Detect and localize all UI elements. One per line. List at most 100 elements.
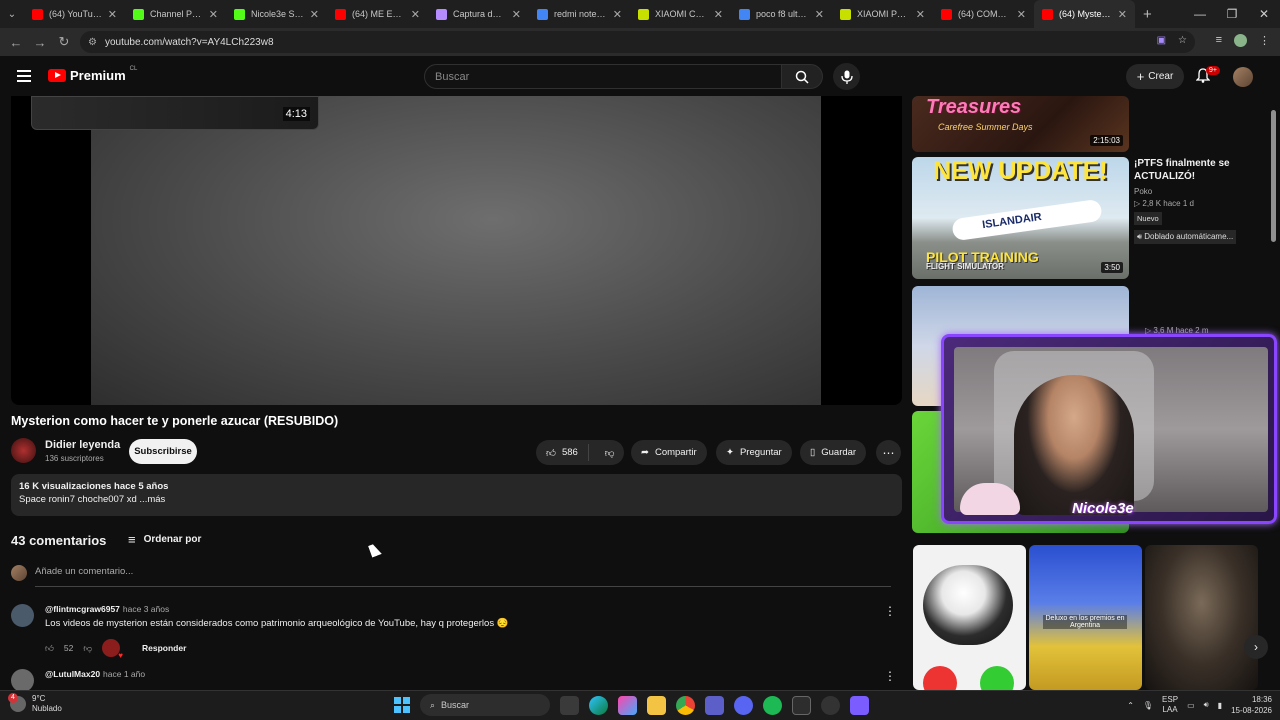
edge-icon[interactable] (589, 695, 608, 715)
tab-close-icon[interactable]: ✕ (815, 8, 824, 21)
site-info-icon[interactable]: ⚙ (88, 37, 97, 48)
page-scrollbar[interactable] (1271, 110, 1276, 242)
spotify-icon[interactable] (763, 695, 782, 715)
task-view-icon[interactable] (560, 695, 579, 715)
mic-tray-icon[interactable]: 🎙︎ (1143, 701, 1153, 710)
vscode-icon[interactable] (850, 695, 869, 715)
comment-menu-icon[interactable]: ⋮ (884, 669, 896, 683)
input-language[interactable]: ESP LAA (1162, 695, 1178, 715)
address-bar[interactable]: ⚙ youtube.com/watch?v=AY4LCh223w8 ▣ ☆ (80, 31, 1195, 53)
weather-widget[interactable]: 4 9°C Nublado (8, 693, 62, 714)
tab-search-button[interactable]: ⌄ (0, 0, 24, 28)
tab-close-icon[interactable]: ✕ (310, 8, 319, 21)
tab-close-icon[interactable]: ✕ (1118, 8, 1127, 21)
ask-label: Preguntar (739, 447, 782, 458)
forward-icon[interactable]: → (28, 35, 52, 50)
browser-tab[interactable]: Captura de pan ✕ (428, 0, 529, 28)
browser-tab[interactable]: poco f8 ultra - ✕ (731, 0, 832, 28)
browser-tab[interactable]: (64) COMO DO ✕ (933, 0, 1034, 28)
chrome-icon[interactable] (676, 695, 695, 715)
share-button[interactable]: ➦ Compartir (631, 440, 707, 465)
save-button[interactable]: ▯ Guardar (800, 440, 867, 465)
browser-tab[interactable]: (64) Mysterion ✕ (1034, 0, 1135, 28)
voice-search-button[interactable] (833, 63, 860, 90)
teams-icon[interactable] (705, 695, 724, 715)
tab-close-icon[interactable]: ✕ (108, 8, 117, 21)
back-icon[interactable]: ← (4, 35, 28, 50)
battery-icon[interactable]: ▮ (1218, 701, 1222, 710)
channel-avatar[interactable] (11, 438, 36, 463)
search-button[interactable] (781, 64, 823, 89)
temperature: 9°C (32, 694, 46, 703)
recommended-thumbnail[interactable]: Treasures Carefree Summer Days 2:15:03 (912, 96, 1129, 152)
minimize-icon[interactable]: — (1184, 0, 1216, 28)
recommended-info[interactable]: ¡PTFS finalmente se ACTUALIZÓ! Poko ▷ 2,… (1134, 157, 1274, 244)
browser-tab[interactable]: XIAOMI Celular ✕ (630, 0, 731, 28)
windows-start-icon[interactable] (394, 697, 410, 713)
discord-icon[interactable] (734, 695, 753, 715)
bookmark-star-icon[interactable]: ☆ (1178, 35, 1187, 46)
browser-tab[interactable]: redmi note 17 ✕ (529, 0, 630, 28)
tab-close-icon[interactable]: ✕ (411, 8, 420, 21)
browser-tab[interactable]: (64) YouTube ✕ (24, 0, 125, 28)
tab-close-icon[interactable]: ✕ (916, 8, 925, 21)
tab-close-icon[interactable]: ✕ (714, 8, 723, 21)
subscribe-button[interactable]: Subscribirse (129, 439, 197, 464)
browser-menu-icon[interactable]: ⋮ (1259, 34, 1270, 47)
maximize-icon[interactable]: ❐ (1216, 0, 1248, 28)
media-control-icon[interactable]: ≡ (1216, 34, 1222, 47)
shorts-thumbnail[interactable]: Deluxo en los premios en Argentina (1029, 545, 1142, 690)
more-actions-button[interactable]: ⋯ (876, 440, 901, 465)
description-box[interactable]: 16 K visualizaciones hace 5 años Space r… (11, 474, 902, 516)
volume-icon[interactable]: 🔊︎ (1204, 700, 1209, 710)
new-tab-button[interactable]: + (1135, 6, 1160, 23)
duration-badge: 2:15:03 (1090, 135, 1123, 146)
like-button[interactable]: 👍︎ 586 (536, 444, 589, 461)
next-shorts-button[interactable]: › (1244, 635, 1268, 659)
commenter-avatar[interactable] (11, 669, 34, 692)
terminal-icon[interactable] (792, 695, 811, 715)
add-comment-input[interactable]: Añade un comentario... (35, 566, 891, 587)
tab-close-icon[interactable]: ✕ (1017, 8, 1026, 21)
browser-tab[interactable]: Channel Points ✕ (125, 0, 226, 28)
channel-name[interactable]: Didier leyenda (45, 439, 120, 451)
network-icon[interactable]: ▭ (1187, 701, 1195, 710)
comment-like-icon[interactable]: 👍︎ (45, 643, 54, 654)
comment-author[interactable]: @LutulMax20 hace 1 año (45, 669, 145, 679)
end-screen-clip[interactable]: 4:13 (31, 96, 319, 130)
browser-tab[interactable]: XIAOMI POCO ✕ (832, 0, 933, 28)
browser-tab[interactable]: Nicole3e Stream ✕ (226, 0, 327, 28)
chevron-right-icon: › (1254, 640, 1258, 654)
extension-icon[interactable]: ▣ (1157, 35, 1166, 46)
tab-close-icon[interactable]: ✕ (512, 8, 521, 21)
file-explorer-icon[interactable] (647, 695, 666, 715)
dislike-button[interactable]: 👎︎ (595, 447, 625, 459)
browser-tab[interactable]: (64) ME ENCAN ✕ (327, 0, 428, 28)
tab-close-icon[interactable]: ✕ (209, 8, 218, 21)
create-button[interactable]: + Crear (1126, 64, 1184, 89)
video-player[interactable]: 4:13 (11, 96, 902, 405)
comment-author[interactable]: @flintmcgraw6957 hace 3 años (45, 604, 169, 614)
reload-icon[interactable]: ↻ (52, 34, 76, 50)
comment-dislike-icon[interactable]: 👎︎ (83, 643, 92, 654)
recommended-thumbnail[interactable]: NEW UPDATE! ISLANDAIR PILOT TRAINING FLI… (912, 157, 1129, 279)
tray-overflow-icon[interactable]: ⌃ (1127, 701, 1134, 710)
account-avatar[interactable] (1233, 67, 1253, 87)
sort-comments-button[interactable]: ≡ Ordenar por (128, 532, 201, 547)
menu-icon[interactable] (17, 70, 31, 82)
ask-button[interactable]: ✦ Preguntar (716, 440, 792, 465)
comment-menu-icon[interactable]: ⋮ (884, 604, 896, 618)
commenter-avatar[interactable] (11, 604, 34, 627)
shorts-thumbnail[interactable] (1145, 545, 1258, 690)
profile-icon[interactable] (1234, 34, 1247, 47)
shorts-thumbnail[interactable] (913, 545, 1026, 690)
tab-close-icon[interactable]: ✕ (613, 8, 622, 21)
taskbar-search[interactable]: ⌕ Buscar (420, 694, 550, 716)
close-window-icon[interactable]: ✕ (1248, 0, 1280, 28)
search-input[interactable]: Buscar (424, 64, 782, 89)
clock[interactable]: 18:36 15-08-2026 (1231, 694, 1272, 716)
copilot-icon[interactable] (618, 695, 637, 715)
reply-button[interactable]: Responder (142, 643, 186, 653)
youtube-logo[interactable]: Premium CL (48, 66, 137, 83)
obs-icon[interactable] (821, 695, 840, 715)
